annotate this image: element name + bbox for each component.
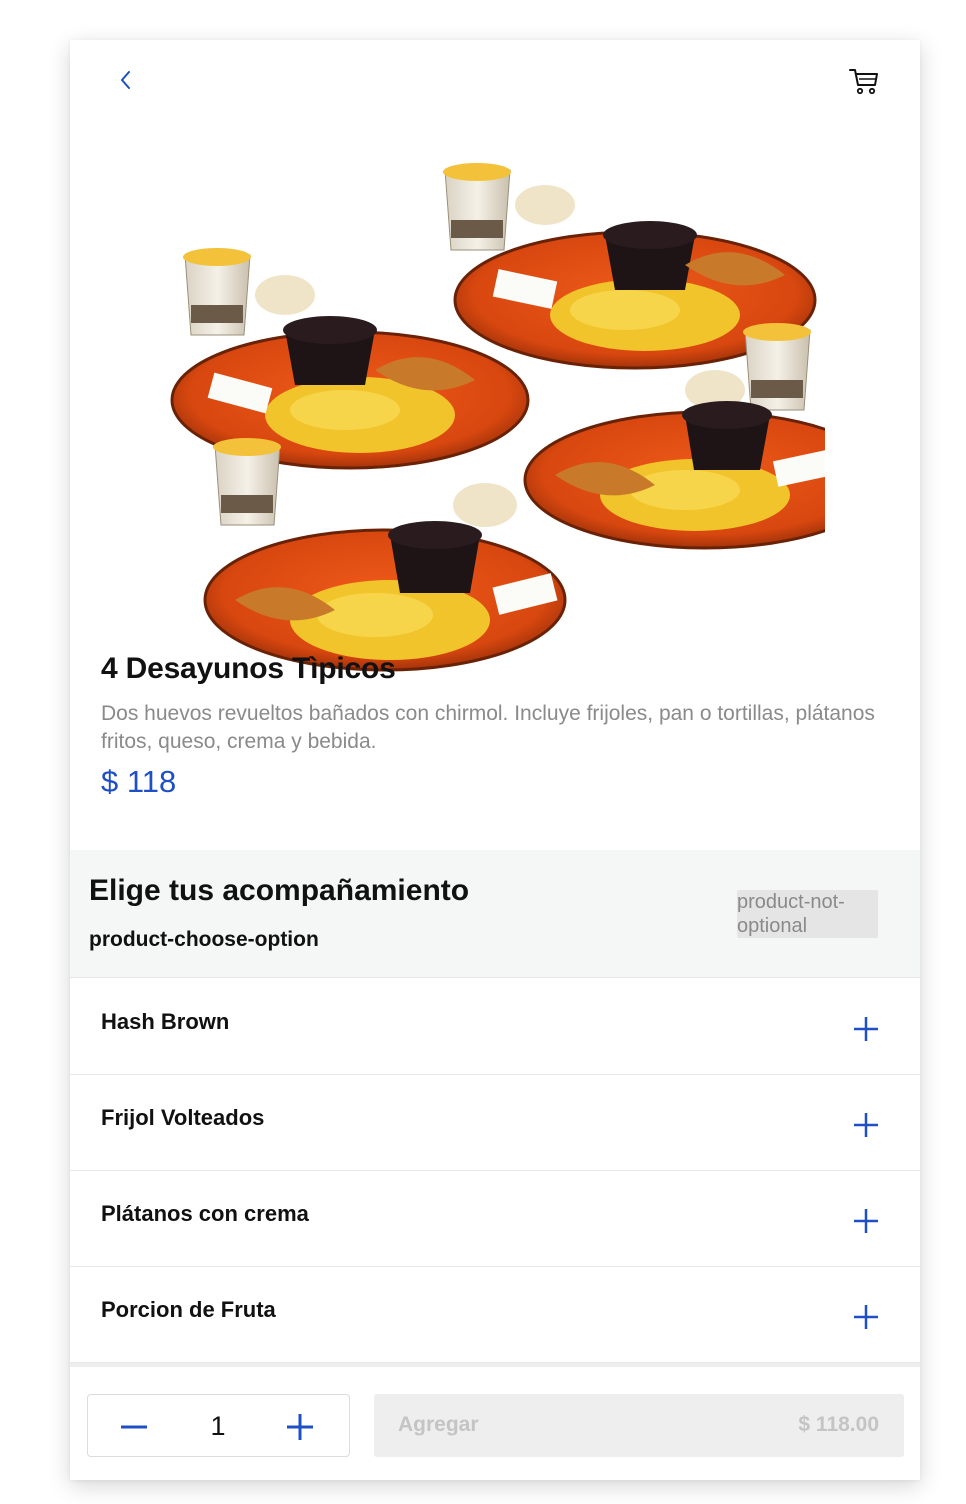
product-card: 4 Desayunos Tìpicos Dos huevos revueltos… bbox=[70, 40, 920, 1480]
plus-icon bbox=[854, 1209, 878, 1233]
chevron-left-icon bbox=[121, 71, 130, 89]
product-description: Dos huevos revueltos bañados con chirmol… bbox=[101, 702, 875, 753]
cart-button[interactable] bbox=[846, 64, 882, 98]
footer-bar: 1 Agregar $ 118.00 bbox=[70, 1363, 920, 1480]
quantity-value: 1 bbox=[210, 1411, 226, 1441]
add-option-button[interactable] bbox=[846, 1009, 886, 1049]
back-button[interactable] bbox=[112, 66, 140, 94]
add-button-price: $ 118.00 bbox=[798, 1413, 879, 1436]
decrease-quantity-button[interactable] bbox=[112, 1407, 156, 1447]
options-title: Elige tus acompañamiento bbox=[89, 874, 470, 907]
plus-icon bbox=[854, 1305, 878, 1329]
options-subtitle: product-choose-option bbox=[89, 928, 319, 951]
quantity-stepper: 1 bbox=[87, 1394, 350, 1457]
option-label: Frijol Volteados bbox=[101, 1105, 265, 1130]
plus-icon bbox=[854, 1017, 878, 1041]
add-button-label: Agregar bbox=[398, 1413, 479, 1436]
minus-icon bbox=[121, 1425, 147, 1429]
option-label: Porcion de Fruta bbox=[101, 1297, 276, 1322]
list-item[interactable]: Hash Brown bbox=[70, 979, 920, 1075]
list-item[interactable]: Porcion de Fruta bbox=[70, 1267, 920, 1363]
cart-icon bbox=[849, 69, 878, 95]
product-image bbox=[165, 120, 887, 690]
add-option-button[interactable] bbox=[846, 1105, 886, 1145]
breakfast-plates-image bbox=[170, 163, 887, 672]
option-label: Hash Brown bbox=[101, 1009, 230, 1034]
list-item[interactable]: Plátanos con crema bbox=[70, 1171, 920, 1267]
add-to-cart-button[interactable]: Agregar $ 118.00 bbox=[374, 1394, 904, 1457]
product-price: $ 118 bbox=[101, 764, 177, 799]
option-list: Hash Brown Frijol Volteados Plátanos con… bbox=[70, 979, 920, 1363]
option-label: Plátanos con crema bbox=[101, 1201, 309, 1226]
product-title: 4 Desayunos Tìpicos bbox=[101, 652, 396, 685]
increase-quantity-button[interactable] bbox=[278, 1407, 322, 1447]
required-badge: product-not-optional bbox=[737, 890, 878, 938]
add-option-button[interactable] bbox=[846, 1201, 886, 1241]
list-item[interactable]: Frijol Volteados bbox=[70, 1075, 920, 1171]
plus-icon bbox=[287, 1414, 313, 1440]
add-option-button[interactable] bbox=[846, 1297, 886, 1337]
plus-icon bbox=[854, 1113, 878, 1137]
options-header: Elige tus acompañamiento product-choose-… bbox=[70, 850, 920, 978]
